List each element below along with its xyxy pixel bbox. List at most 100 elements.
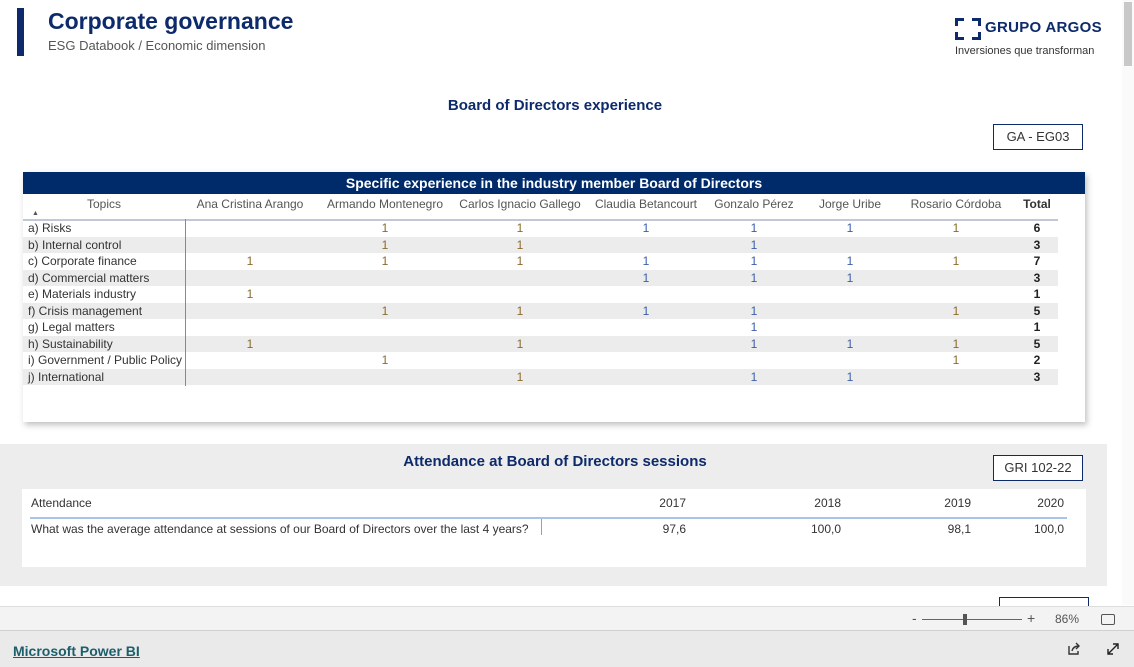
experience-code-badge: GA - EG03 [993, 124, 1083, 150]
row-total: 7 [1033, 254, 1041, 268]
experience-matrix: Specific experience in the industry memb… [23, 172, 1085, 422]
table-row: i) Government / Public Policy 1 1 2 [23, 352, 1058, 369]
cell-value: 1 [381, 254, 389, 268]
cell-value: 1 [952, 221, 960, 235]
attendance-column-header[interactable]: Attendance [31, 496, 92, 510]
year-header-2019[interactable]: 2019 [944, 496, 971, 510]
year-header-2020[interactable]: 2020 [1037, 496, 1064, 510]
attendance-heading: Attendance at Board of Directors session… [403, 453, 707, 470]
cell-value: 1 [952, 303, 960, 318]
cell-value: 1 [750, 237, 758, 252]
row-header-divider [541, 519, 542, 535]
table-row: c) Corporate finance 1 1 1 1 1 1 1 7 [23, 253, 1058, 270]
logo-tagline: Inversiones que transforman [955, 45, 1095, 57]
fullscreen-expand-icon[interactable] [1106, 642, 1120, 656]
column-header-member[interactable]: Rosario Córdoba [886, 197, 1026, 211]
row-total: 5 [1033, 336, 1041, 351]
attendance-code-badge: GRI 102-22 [993, 455, 1083, 481]
matrix-title: Specific experience in the industry memb… [23, 172, 1085, 194]
row-total: 3 [1033, 369, 1041, 384]
vertical-scrollbar[interactable] [1122, 0, 1134, 605]
cell-value: 1 [750, 254, 758, 268]
share-icon[interactable] [1067, 642, 1081, 656]
column-header-member[interactable]: Armando Montenegro [315, 197, 455, 211]
power-bi-link[interactable]: Microsoft Power BI [13, 643, 140, 659]
row-total: 1 [1033, 287, 1041, 301]
cell-value: 1 [516, 303, 524, 318]
cell-value: 1 [750, 320, 758, 334]
zoom-slider-handle[interactable] [963, 614, 967, 625]
scrollbar-thumb[interactable] [1124, 2, 1132, 66]
cell-value: 1 [642, 254, 650, 268]
table-row: f) Crisis management 1 1 1 1 1 5 [23, 302, 1058, 319]
column-header-total[interactable]: Total [1017, 197, 1057, 211]
cell-value: 1 [750, 303, 758, 318]
year-header-2017[interactable]: 2017 [659, 496, 686, 510]
attendance-value-2019: 98,1 [947, 522, 971, 536]
zoom-slider-track[interactable] [922, 619, 1022, 620]
attendance-header-divider [30, 517, 1067, 519]
row-total: 3 [1033, 270, 1041, 285]
column-header-member[interactable]: Ana Cristina Arango [180, 197, 320, 211]
cell-value: 1 [846, 336, 854, 351]
year-header-2018[interactable]: 2018 [814, 496, 841, 510]
attendance-question: What was the average attendance at sessi… [31, 522, 529, 536]
cell-value: 1 [642, 221, 650, 235]
row-header-divider [185, 219, 186, 386]
cell-value: 1 [952, 336, 960, 351]
cell-value: 1 [381, 237, 389, 252]
row-topic: d) Commercial matters [28, 270, 150, 285]
cell-value: 1 [516, 237, 524, 252]
cell-value: 1 [381, 221, 389, 235]
row-topic: j) International [28, 369, 105, 384]
zoom-level: 86% [1055, 612, 1080, 626]
experience-heading: Board of Directors experience [447, 97, 663, 114]
row-total: 1 [1033, 320, 1041, 334]
cell-value: 1 [952, 353, 960, 367]
cell-value: 1 [846, 221, 854, 235]
row-topic: g) Legal matters [28, 320, 115, 334]
sort-ascending-icon[interactable]: ▲ [32, 210, 39, 217]
cell-value: 1 [846, 254, 854, 268]
zoom-out-button[interactable]: - [912, 610, 917, 626]
table-row: b) Internal control 1 1 1 3 [23, 236, 1058, 253]
footer-bar: Microsoft Power BI [0, 631, 1134, 667]
row-topic: b) Internal control [28, 237, 122, 252]
cell-value: 1 [750, 221, 758, 235]
page-title: Corporate governance [48, 8, 294, 34]
zoom-in-button[interactable]: + [1027, 610, 1035, 626]
cell-value: 1 [750, 336, 758, 351]
attendance-value-2017: 97,6 [662, 522, 686, 536]
page-subtitle: ESG Databook / Economic dimension [48, 38, 266, 53]
zoom-bar: - + 86% [0, 606, 1134, 631]
column-header-topics[interactable]: Topics [23, 197, 185, 211]
cell-value: 1 [246, 287, 254, 301]
cell-value: 1 [750, 270, 758, 285]
cell-value: 1 [516, 369, 524, 384]
row-total: 3 [1033, 237, 1041, 252]
row-topic: i) Government / Public Policy [28, 353, 183, 367]
cell-value: 1 [381, 303, 389, 318]
column-header-member[interactable]: Carlos Ignacio Gallego [450, 197, 590, 211]
row-topic: c) Corporate finance [28, 254, 137, 268]
cell-value: 1 [381, 353, 389, 367]
table-row: g) Legal matters 1 1 [23, 319, 1058, 336]
row-topic: f) Crisis management [28, 303, 143, 318]
logo-brand: GRUPO ARGOS [985, 19, 1102, 36]
fit-to-page-icon[interactable] [1101, 614, 1115, 625]
table-row: a) Risks 1 1 1 1 1 1 6 [23, 220, 1058, 237]
row-total: 6 [1033, 221, 1041, 235]
row-topic: a) Risks [28, 221, 72, 235]
cell-value: 1 [750, 369, 758, 384]
attendance-value-2020: 100,0 [1033, 522, 1064, 536]
cell-value: 1 [846, 369, 854, 384]
table-row: d) Commercial matters 1 1 1 3 [23, 269, 1058, 286]
table-row: h) Sustainability 1 1 1 1 1 5 [23, 335, 1058, 352]
cell-value: 1 [516, 254, 524, 268]
logo-mark-icon [955, 18, 981, 40]
cell-value: 1 [952, 254, 960, 268]
cell-value: 1 [246, 336, 254, 351]
cell-value: 1 [642, 303, 650, 318]
row-topic: e) Materials industry [28, 287, 137, 301]
table-row: e) Materials industry 1 1 [23, 286, 1058, 303]
